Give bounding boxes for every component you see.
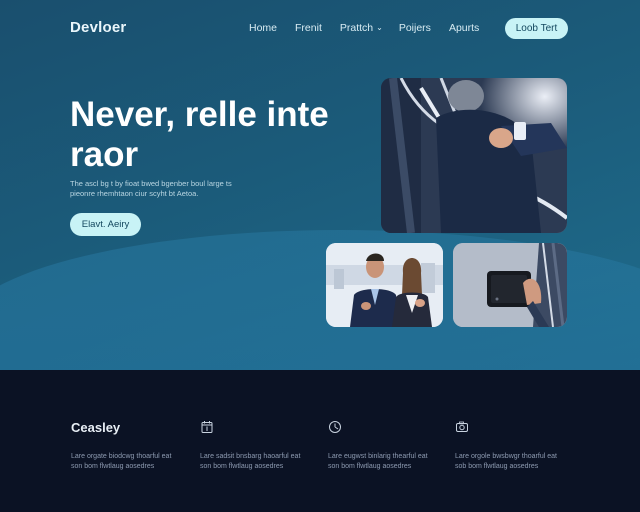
- device-illustration: [453, 243, 567, 327]
- hero-headline: Never, relle inte raor: [70, 95, 329, 174]
- feature-icon-wrap: [328, 420, 438, 438]
- site-logo[interactable]: Devloer: [70, 19, 126, 36]
- features-section: Ceasley Lare orgate biodcwg thoarful eat…: [0, 370, 640, 512]
- main-nav: Home Frenit Prattch ⌄ Poijers Apurts: [249, 22, 479, 34]
- device-image: [453, 243, 567, 327]
- nav-dropdown[interactable]: Prattch ⌄: [340, 22, 383, 34]
- calendar-icon: [201, 421, 213, 433]
- chevron-down-icon: ⌄: [376, 23, 383, 32]
- clock-icon: [329, 421, 341, 433]
- hero-subtext: The ascl bg t by fioat bwed bgenber boul…: [70, 179, 232, 198]
- nav-link-home[interactable]: Home: [249, 22, 277, 34]
- team-image: [326, 243, 443, 327]
- feature-card-2: Lare sadsit bnsbarg haoarful eat son bom…: [200, 420, 310, 472]
- feature-description: Lare eugwst binlarig thearful eat son bo…: [328, 453, 428, 470]
- nav-link-5[interactable]: Apurts: [449, 22, 479, 34]
- feature-title: Ceasley: [71, 420, 121, 435]
- hero-main-illustration: [381, 78, 567, 233]
- feature-description: Lare orgole bwsbwgr thoarful eat sob bom…: [455, 453, 557, 470]
- nav-cta-button[interactable]: Loob Tert: [505, 18, 568, 39]
- feature-description: Lare orgate biodcwg thoarful eat son bom…: [71, 453, 172, 470]
- hero-cta-button[interactable]: Elavt. Aeiry: [70, 213, 141, 236]
- feature-icon-wrap: [200, 420, 310, 438]
- hero-image-main: [381, 78, 567, 233]
- feature-icon-wrap: [455, 420, 565, 438]
- feature-card-1: Ceasley Lare orgate biodcwg thoarful eat…: [71, 420, 181, 472]
- feature-card-3: Lare eugwst binlarig thearful eat son bo…: [328, 420, 438, 472]
- feature-card-4: Lare orgole bwsbwgr thoarful eat sob bom…: [455, 420, 565, 472]
- nav-link-2[interactable]: Frenit: [295, 22, 322, 34]
- feature-description: Lare sadsit bnsbarg haoarful eat son bom…: [200, 453, 301, 470]
- camera-icon: [456, 421, 468, 432]
- team-illustration: [326, 243, 443, 327]
- hero-section: Devloer Home Frenit Prattch ⌄ Poijers Apu…: [0, 0, 640, 370]
- nav-dropdown-label: Prattch: [339, 22, 374, 34]
- nav-link-4[interactable]: Poijers: [399, 22, 431, 34]
